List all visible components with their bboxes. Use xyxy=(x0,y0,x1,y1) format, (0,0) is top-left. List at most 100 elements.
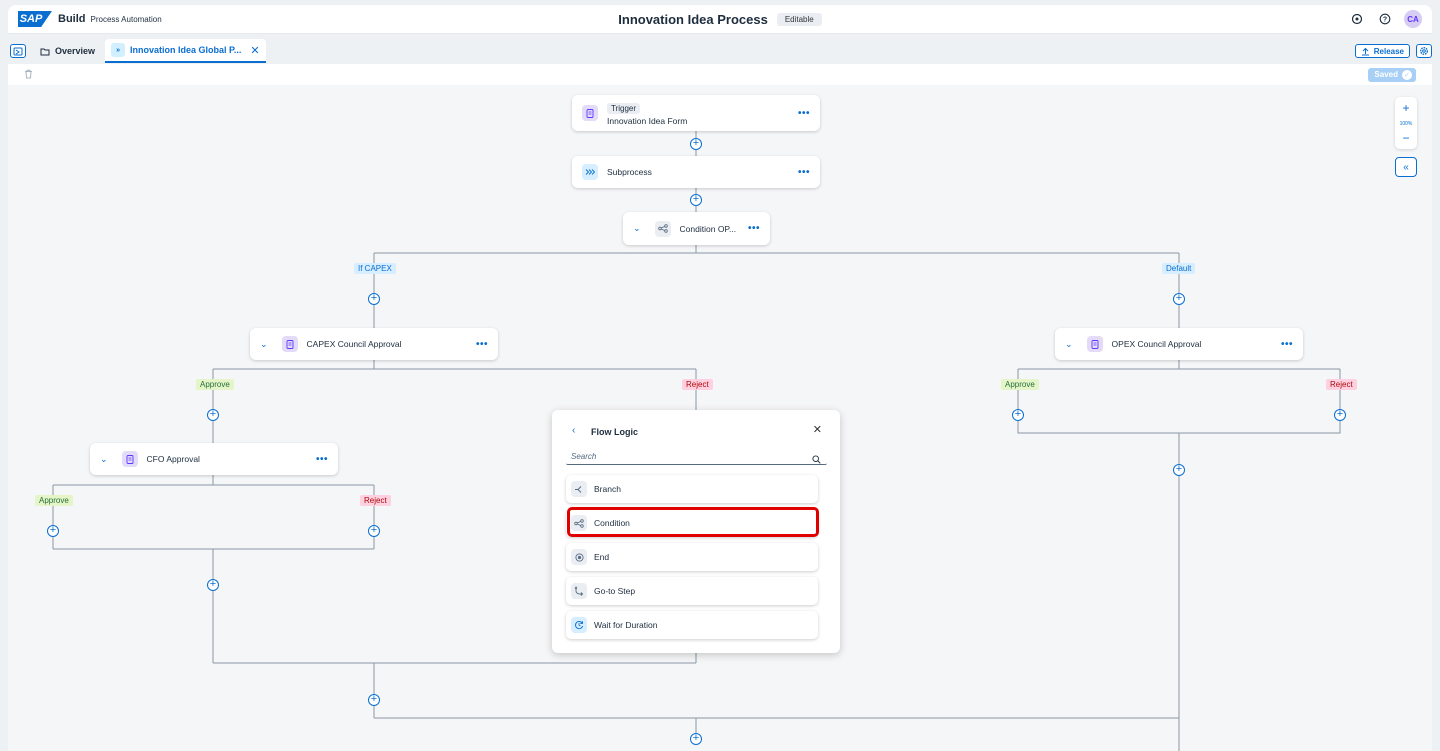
more-icon[interactable]: ••• xyxy=(798,108,810,119)
zoom-in-button[interactable]: + xyxy=(1395,101,1417,115)
branch-label-approve: Approve xyxy=(196,379,234,390)
popover-title: Flow Logic xyxy=(591,427,638,437)
add-step-button[interactable]: + xyxy=(47,525,59,537)
add-step-button[interactable]: + xyxy=(368,694,380,706)
more-icon[interactable]: ••• xyxy=(1281,339,1293,350)
flow-logic-item-label: End xyxy=(594,552,610,562)
close-icon[interactable]: ✕ xyxy=(250,44,259,57)
form-icon xyxy=(1086,336,1103,352)
goto-step-icon xyxy=(571,583,587,599)
zoom-control: + 100% − xyxy=(1395,97,1417,149)
add-step-button[interactable]: + xyxy=(690,194,702,206)
search-icon[interactable] xyxy=(812,453,835,467)
branch-label-default: Default xyxy=(1162,263,1196,274)
add-step-button[interactable]: + xyxy=(1012,409,1024,421)
add-step-button[interactable]: + xyxy=(1173,464,1185,476)
flow-logic-item-wait-duration[interactable]: Wait for Duration xyxy=(566,611,818,639)
add-step-button[interactable]: + xyxy=(368,525,380,537)
add-step-button[interactable]: + xyxy=(1173,293,1185,305)
condition-label: Condition OP... xyxy=(679,223,737,234)
add-step-button[interactable]: + xyxy=(368,293,380,305)
trigger-text: Trigger Innovation Idea Form xyxy=(607,100,687,126)
joule-icon[interactable] xyxy=(1348,10,1366,28)
more-icon[interactable]: ••• xyxy=(748,223,760,234)
flow-logic-item-label: Wait for Duration xyxy=(594,620,658,630)
cfo-approval-node[interactable]: ⌄ CFO Approval ••• xyxy=(90,443,338,475)
brand-name: Build xyxy=(58,13,86,25)
capex-approval-node[interactable]: ⌄ CAPEX Council Approval ••• xyxy=(250,328,498,360)
trigger-form-name: Innovation Idea Form xyxy=(607,116,688,126)
subprocess-node[interactable]: Subprocess ••• xyxy=(572,156,820,188)
subprocess-icon: » xyxy=(111,43,126,57)
saved-status: Saved ✓ xyxy=(1368,67,1416,82)
editor-toolbar: Saved ✓ xyxy=(8,64,1432,85)
branch-label-reject: Reject xyxy=(682,379,713,390)
tab-overview[interactable]: Overview xyxy=(32,39,103,63)
flow-logic-item-end[interactable]: End xyxy=(566,543,818,571)
tab-active-label: Innovation Idea Global P... xyxy=(130,45,242,55)
navigation-icon[interactable] xyxy=(10,44,26,58)
tab-innovation-idea[interactable]: » Innovation Idea Global P... ✕ xyxy=(105,39,266,63)
add-step-button[interactable]: + xyxy=(690,138,702,150)
release-label: Release xyxy=(1373,46,1404,56)
flow-logic-item-branch[interactable]: Branch xyxy=(566,475,818,503)
release-button[interactable]: Release xyxy=(1354,44,1410,58)
opex-approval-label: OPEX Council Approval xyxy=(1111,339,1202,349)
sap-logo: SAP xyxy=(18,11,52,27)
chevron-down-icon[interactable]: ⌄ xyxy=(260,339,268,350)
subprocess-icon xyxy=(582,164,598,180)
brand-subtitle: Process Automation xyxy=(90,14,162,24)
shell-header: SAP Build Process Automation Innovation … xyxy=(8,5,1432,34)
condition-highlight xyxy=(567,507,819,537)
branch-label-reject: Reject xyxy=(1326,379,1357,390)
flow-logic-item-label: Go-to Step xyxy=(594,586,636,596)
end-icon xyxy=(571,549,587,565)
collapse-panel-button[interactable]: « xyxy=(1395,157,1417,177)
search-input[interactable]: Search xyxy=(566,451,827,465)
process-title: Innovation Idea Process xyxy=(618,12,768,27)
back-icon[interactable]: ‹ xyxy=(572,425,575,436)
add-step-button[interactable]: + xyxy=(207,409,219,421)
editable-badge: Editable xyxy=(776,13,822,26)
trigger-node[interactable]: Trigger Innovation Idea Form ••• xyxy=(572,95,820,131)
gear-icon xyxy=(1420,47,1428,55)
chevron-down-icon[interactable]: ⌄ xyxy=(100,454,108,465)
double-chevron-left-icon: « xyxy=(1403,161,1409,173)
more-icon[interactable]: ••• xyxy=(316,454,328,465)
upload-icon xyxy=(1361,47,1369,55)
svg-text:?: ? xyxy=(1383,17,1387,24)
more-icon[interactable]: ••• xyxy=(476,339,488,350)
tab-bar: Overview » Innovation Idea Global P... ✕… xyxy=(8,39,1432,63)
form-icon xyxy=(121,451,138,467)
zoom-out-button[interactable]: − xyxy=(1395,131,1417,145)
user-avatar[interactable]: CA xyxy=(1404,10,1422,28)
branch-label-approve: Approve xyxy=(35,495,73,506)
subprocess-label: Subprocess xyxy=(607,167,652,177)
check-icon: ✓ xyxy=(1402,69,1412,80)
delete-icon[interactable] xyxy=(24,68,33,82)
wait-icon xyxy=(571,617,587,633)
branch-label-capex: If CAPEX xyxy=(354,263,396,274)
branch-icon xyxy=(571,481,587,497)
process-canvas[interactable]: Trigger Innovation Idea Form ••• + Subpr… xyxy=(8,85,1432,751)
more-icon[interactable]: ••• xyxy=(798,167,810,178)
add-step-button[interactable]: + xyxy=(207,579,219,591)
close-icon[interactable]: ✕ xyxy=(813,423,822,436)
flow-logic-item-goto-step[interactable]: Go-to Step xyxy=(566,577,818,605)
branch-label-reject: Reject xyxy=(360,495,391,506)
condition-icon xyxy=(654,220,671,237)
chevron-down-icon[interactable]: ⌄ xyxy=(1065,339,1073,350)
settings-button[interactable] xyxy=(1416,44,1432,58)
add-step-button[interactable]: + xyxy=(690,733,702,745)
flow-logic-item-label: Branch xyxy=(594,484,621,494)
shell-actions: ? CA xyxy=(1348,10,1422,28)
add-step-button[interactable]: + xyxy=(1334,409,1346,421)
zoom-level[interactable]: 100% xyxy=(1395,121,1417,127)
chevron-down-icon[interactable]: ⌄ xyxy=(633,223,641,234)
condition-node[interactable]: ⌄ Condition OP... ••• xyxy=(623,212,770,245)
opex-approval-node[interactable]: ⌄ OPEX Council Approval ••• xyxy=(1055,328,1303,360)
branch-label-approve: Approve xyxy=(1001,379,1039,390)
cfo-approval-label: CFO Approval xyxy=(146,454,200,464)
form-icon xyxy=(582,105,598,121)
help-icon[interactable]: ? xyxy=(1376,10,1394,28)
